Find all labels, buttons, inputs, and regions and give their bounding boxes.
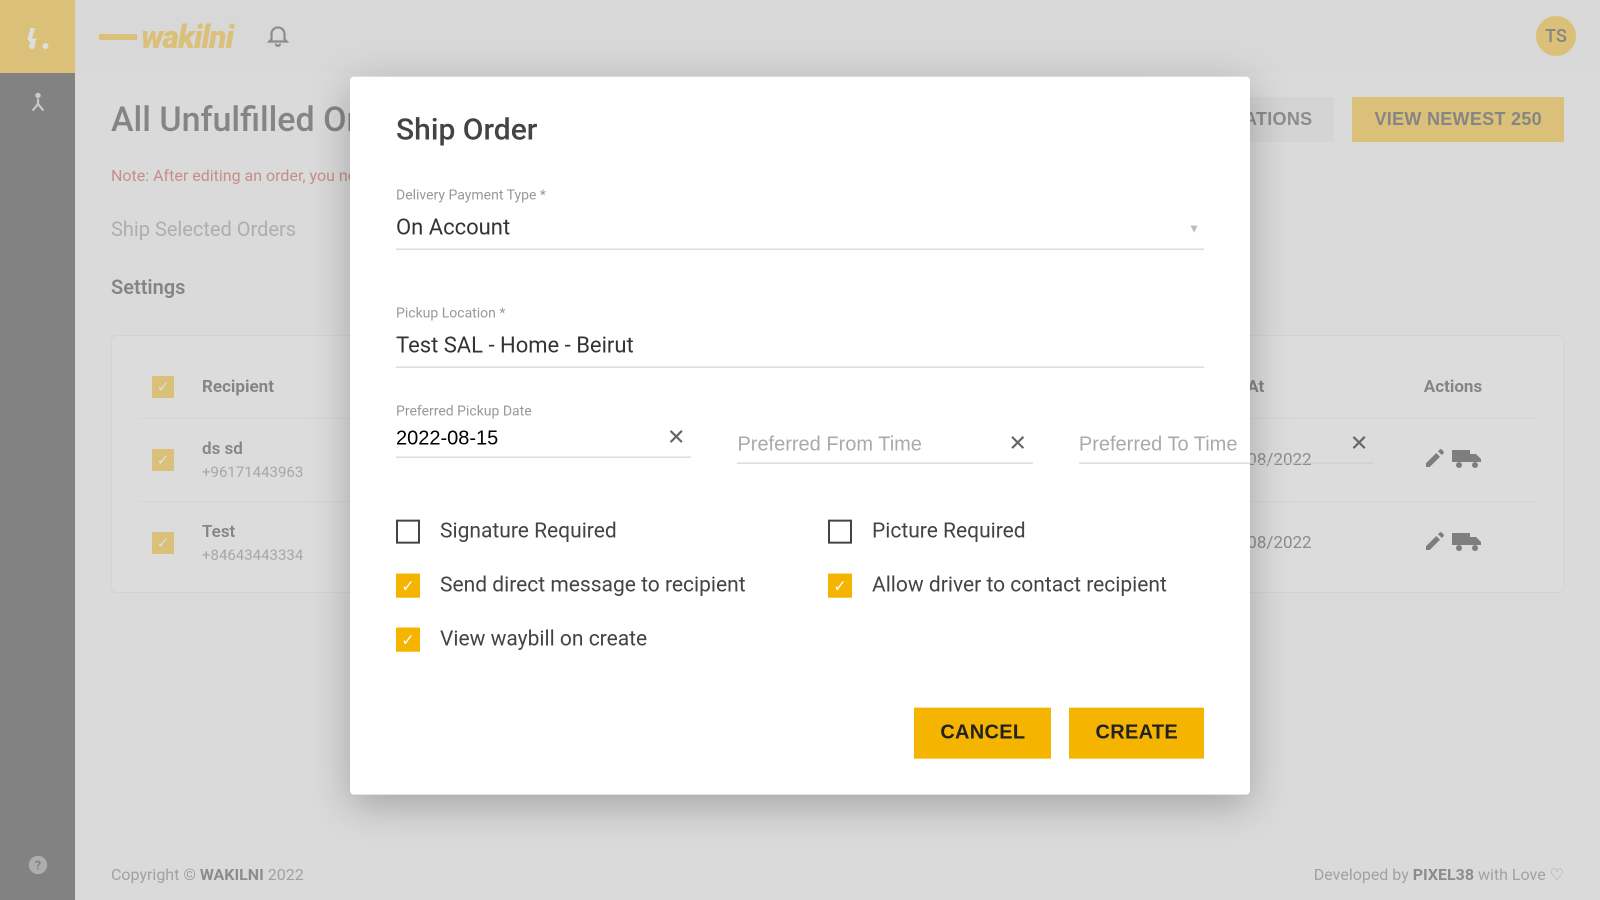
create-button[interactable]: CREATE (1069, 708, 1204, 759)
checkbox-label: Picture Required (872, 520, 1026, 544)
checkbox-icon (396, 520, 420, 544)
clear-from-time-icon[interactable]: ✕ (1002, 432, 1032, 457)
preferred-from-time-input[interactable] (737, 434, 1002, 457)
checkbox-icon: ✓ (396, 574, 420, 598)
preferred-from-time-field[interactable]: ✕ (737, 404, 1032, 464)
preferred-pickup-date-field[interactable]: Preferred Pickup Date ✕ (396, 404, 691, 464)
cancel-button[interactable]: CANCEL (914, 708, 1051, 759)
preferred-pickup-date-input[interactable] (396, 428, 661, 451)
checkbox-label: Send direct message to recipient (440, 574, 746, 598)
checkbox-icon: ✓ (828, 574, 852, 598)
ship-order-modal: Ship Order Delivery Payment Type * On Ac… (350, 77, 1250, 795)
checkbox-label: View waybill on create (440, 628, 647, 652)
delivery-payment-type-field[interactable]: Delivery Payment Type * On Account ▼ (396, 188, 1204, 250)
checkbox-label: Allow driver to contact recipient (872, 574, 1167, 598)
clear-date-icon[interactable]: ✕ (661, 426, 691, 451)
pickup-location-value[interactable]: Test SAL - Home - Beirut (396, 328, 1204, 368)
checkbox-label: Signature Required (440, 520, 617, 544)
field-label: Pickup Location * (396, 306, 1204, 322)
checkbox-icon: ✓ (396, 628, 420, 652)
preferred-to-time-field[interactable]: ✕ (1079, 404, 1374, 464)
clear-to-time-icon[interactable]: ✕ (1344, 432, 1374, 457)
view-waybill-checkbox[interactable]: ✓ View waybill on create (396, 628, 772, 652)
modal-title: Ship Order (396, 113, 1204, 148)
signature-required-checkbox[interactable]: Signature Required (396, 520, 772, 544)
pickup-location-field[interactable]: Pickup Location * Test SAL - Home - Beir… (396, 306, 1204, 368)
chevron-down-icon: ▼ (1188, 222, 1200, 236)
checkbox-icon (828, 520, 852, 544)
allow-driver-contact-checkbox[interactable]: ✓ Allow driver to contact recipient (828, 574, 1204, 598)
preferred-to-time-input[interactable] (1079, 434, 1344, 457)
field-label: Preferred Pickup Date (396, 404, 691, 420)
send-direct-message-checkbox[interactable]: ✓ Send direct message to recipient (396, 574, 772, 598)
field-label: Delivery Payment Type * (396, 188, 1204, 204)
picture-required-checkbox[interactable]: Picture Required (828, 520, 1204, 544)
delivery-payment-type-value[interactable]: On Account (396, 210, 1204, 250)
